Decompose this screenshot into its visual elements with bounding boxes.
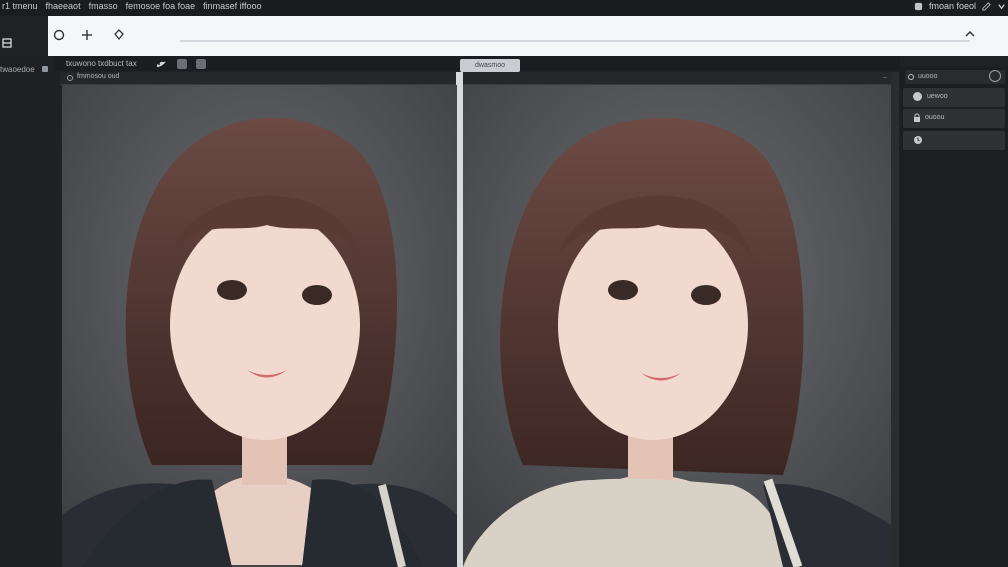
split-divider[interactable] <box>456 72 463 567</box>
refresh-icon[interactable] <box>989 70 1001 82</box>
account-label[interactable]: fmoan foeol <box>929 1 976 11</box>
user-icon <box>913 92 922 101</box>
menu-right: fmoan foeol <box>914 1 1006 11</box>
pane-caption: fmmosou oud <box>77 73 120 80</box>
edit-icon[interactable] <box>982 1 991 11</box>
left-strip <box>0 16 48 56</box>
sidebar-settings-icon[interactable] <box>42 66 48 72</box>
right-panel-title: uuooo <box>918 73 938 80</box>
tab-settings-icon[interactable] <box>196 59 206 69</box>
menu-item-1[interactable]: r1 tmenu <box>2 1 38 11</box>
menu-item-2[interactable]: fhaeeaot <box>46 1 81 11</box>
add-icon[interactable] <box>80 28 94 42</box>
settings-icon[interactable] <box>907 73 915 81</box>
menu-item-4[interactable]: femosoe foa foae <box>126 1 196 11</box>
gear-icon[interactable] <box>66 74 74 82</box>
image-viewport-right[interactable] <box>463 85 891 567</box>
right-divider <box>891 72 899 567</box>
menu-item-5[interactable]: finmasef iffooo <box>203 1 261 11</box>
tab-active[interactable]: txuwono txdbuct tax <box>66 59 137 68</box>
right-panel-item-2-label: ouoou <box>925 114 945 121</box>
address-bar[interactable] <box>180 40 970 42</box>
toolbar <box>48 16 1008 56</box>
sidebar <box>0 56 55 567</box>
pane-header <box>60 72 895 85</box>
panel-toggle-icon[interactable] <box>2 38 12 48</box>
menu-list: r1 tmenu fhaeeaot fmasso femosoe foa foa… <box>2 1 262 11</box>
right-panel-item-1-label: uewoo <box>927 93 948 100</box>
circle-icon[interactable] <box>52 28 66 42</box>
tab-share-icon[interactable] <box>177 59 187 69</box>
sidebar-item-label[interactable]: twaoedoe <box>0 65 35 74</box>
minimize-icon[interactable]: – <box>883 74 891 82</box>
portrait-image-left <box>62 85 457 567</box>
menu-bar: r1 tmenu fhaeeaot fmasso femosoe foa foa… <box>0 0 1008 16</box>
menu-item-3[interactable]: fmasso <box>89 1 118 11</box>
chevron-up-icon[interactable] <box>964 28 976 40</box>
tab-second-pane[interactable]: dwasmoo <box>460 59 520 72</box>
bird-icon[interactable] <box>156 59 168 69</box>
image-viewport-left[interactable] <box>62 85 457 567</box>
app-icon <box>914 2 923 10</box>
pin-icon[interactable] <box>112 28 126 42</box>
chevron-down-icon[interactable] <box>997 2 1006 11</box>
portrait-image-right <box>463 85 891 567</box>
clock-icon <box>914 136 922 144</box>
lock-icon <box>914 113 920 122</box>
